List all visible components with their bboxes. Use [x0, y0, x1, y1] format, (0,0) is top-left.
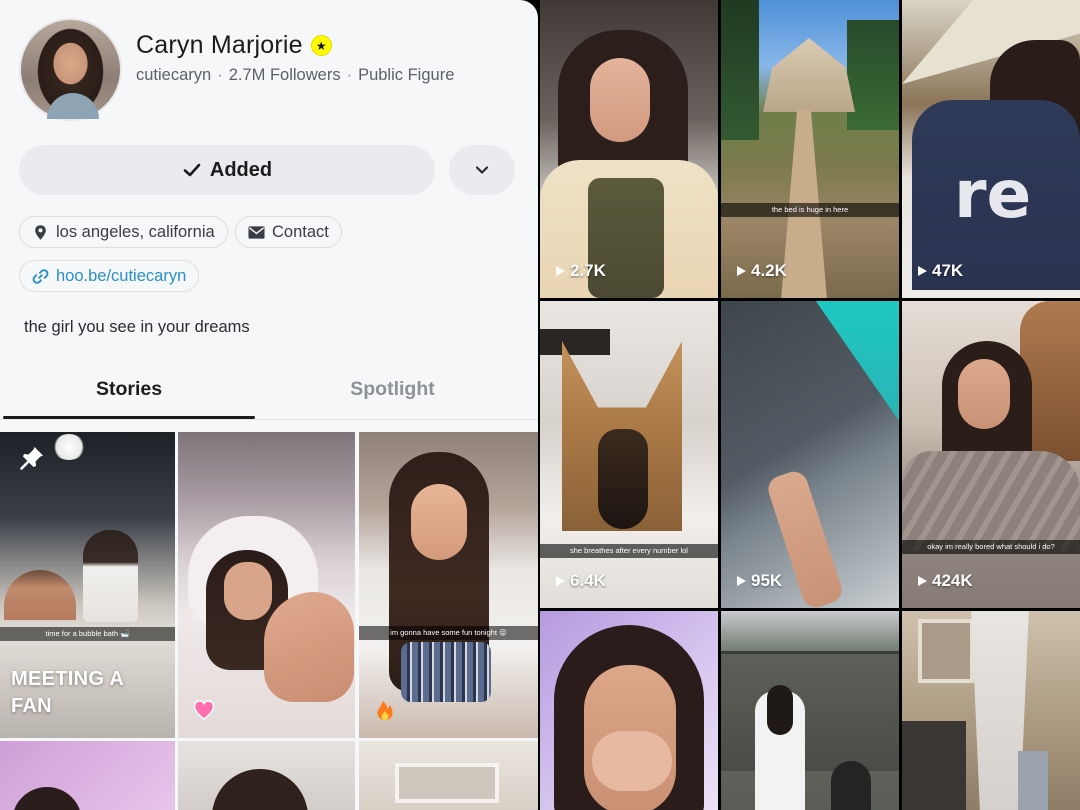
view-count: 4.2K: [735, 261, 787, 281]
link-icon: [32, 268, 49, 284]
username: cutiecaryn: [136, 66, 212, 84]
story-tile[interactable]: time for a bubble bath 🛁 MEETING A FAN: [0, 432, 175, 738]
more-options-button[interactable]: [449, 145, 515, 195]
spotlight-tile[interactable]: okay im really bored what should i do? 4…: [902, 301, 1080, 608]
view-count: 424K: [916, 571, 973, 591]
spotlight-tile[interactable]: re 47K: [902, 0, 1080, 298]
checkmark-icon: [183, 163, 201, 177]
profile-category: Public Figure: [358, 66, 455, 84]
spotlight-tile[interactable]: [721, 611, 899, 810]
view-count: 95K: [735, 571, 782, 591]
location-text: los angeles, california: [56, 222, 215, 241]
story-tile[interactable]: [178, 741, 355, 810]
profile-bio: the girl you see in your dreams: [24, 318, 250, 336]
spotlight-caption: the bed is huge in here: [721, 203, 899, 217]
profile-name-row: Caryn Marjorie ★: [136, 31, 332, 60]
story-caption: time for a bubble bath 🛁: [0, 627, 175, 641]
website-link: hoo.be/cutiecaryn: [56, 266, 187, 285]
follower-count: 2.7M Followers: [228, 66, 341, 84]
contact-chip[interactable]: Contact: [235, 216, 342, 248]
tab-stories[interactable]: Stories: [3, 378, 255, 401]
added-button-label: Added: [209, 158, 273, 181]
view-count: 2.7K: [554, 261, 606, 281]
spotlight-tile[interactable]: the bed is huge in here 4.2K: [721, 0, 899, 298]
tab-divider: [0, 419, 538, 420]
profile-panel: Caryn Marjorie ★ cutiecaryn · 2.7M Follo…: [0, 0, 538, 810]
added-button[interactable]: Added: [19, 145, 435, 195]
location-pin-icon: [35, 224, 46, 240]
story-tile[interactable]: im gonna have some fun tonight 😜: [359, 432, 538, 738]
spotlight-tile[interactable]: [902, 611, 1080, 810]
pin-icon: [20, 447, 43, 470]
story-tile[interactable]: [0, 741, 175, 810]
story-tile[interactable]: [178, 432, 355, 738]
location-chip[interactable]: los angeles, california: [19, 216, 228, 248]
play-icon: [918, 266, 927, 276]
play-icon: [556, 576, 565, 586]
play-icon: [737, 576, 746, 586]
story-caption: im gonna have some fun tonight 😜: [359, 626, 538, 640]
story-title: MEETING A FAN: [11, 668, 125, 717]
profile-meta: cutiecaryn · 2.7M Followers · Public Fig…: [136, 66, 455, 84]
star-badge-icon: ★: [310, 35, 332, 56]
tab-spotlight[interactable]: Spotlight: [265, 378, 520, 401]
play-icon: [737, 266, 746, 276]
play-icon: [556, 266, 565, 276]
spotlight-tile[interactable]: she breathes after every number lol 6.4K: [540, 301, 718, 608]
spotlight-caption: she breathes after every number lol: [540, 544, 718, 558]
play-icon: [918, 576, 927, 586]
view-count: 6.4K: [554, 571, 606, 591]
fire-icon: [377, 701, 393, 720]
pink-heart-icon: [193, 700, 215, 720]
spotlight-tile[interactable]: [540, 611, 718, 810]
display-name: Caryn Marjorie: [136, 31, 303, 59]
spotlight-tile[interactable]: 95K: [721, 301, 899, 608]
view-count: 47K: [916, 261, 963, 281]
contact-label: Contact: [272, 222, 329, 241]
chevron-down-icon: [475, 166, 489, 174]
spotlight-tile[interactable]: 2.7K: [540, 0, 718, 298]
profile-avatar[interactable]: [19, 18, 122, 121]
spotlight-caption: okay im really bored what should i do?: [902, 540, 1080, 554]
story-tile[interactable]: [359, 741, 538, 810]
mail-icon: [248, 225, 265, 239]
website-link-chip[interactable]: hoo.be/cutiecaryn: [19, 260, 200, 292]
